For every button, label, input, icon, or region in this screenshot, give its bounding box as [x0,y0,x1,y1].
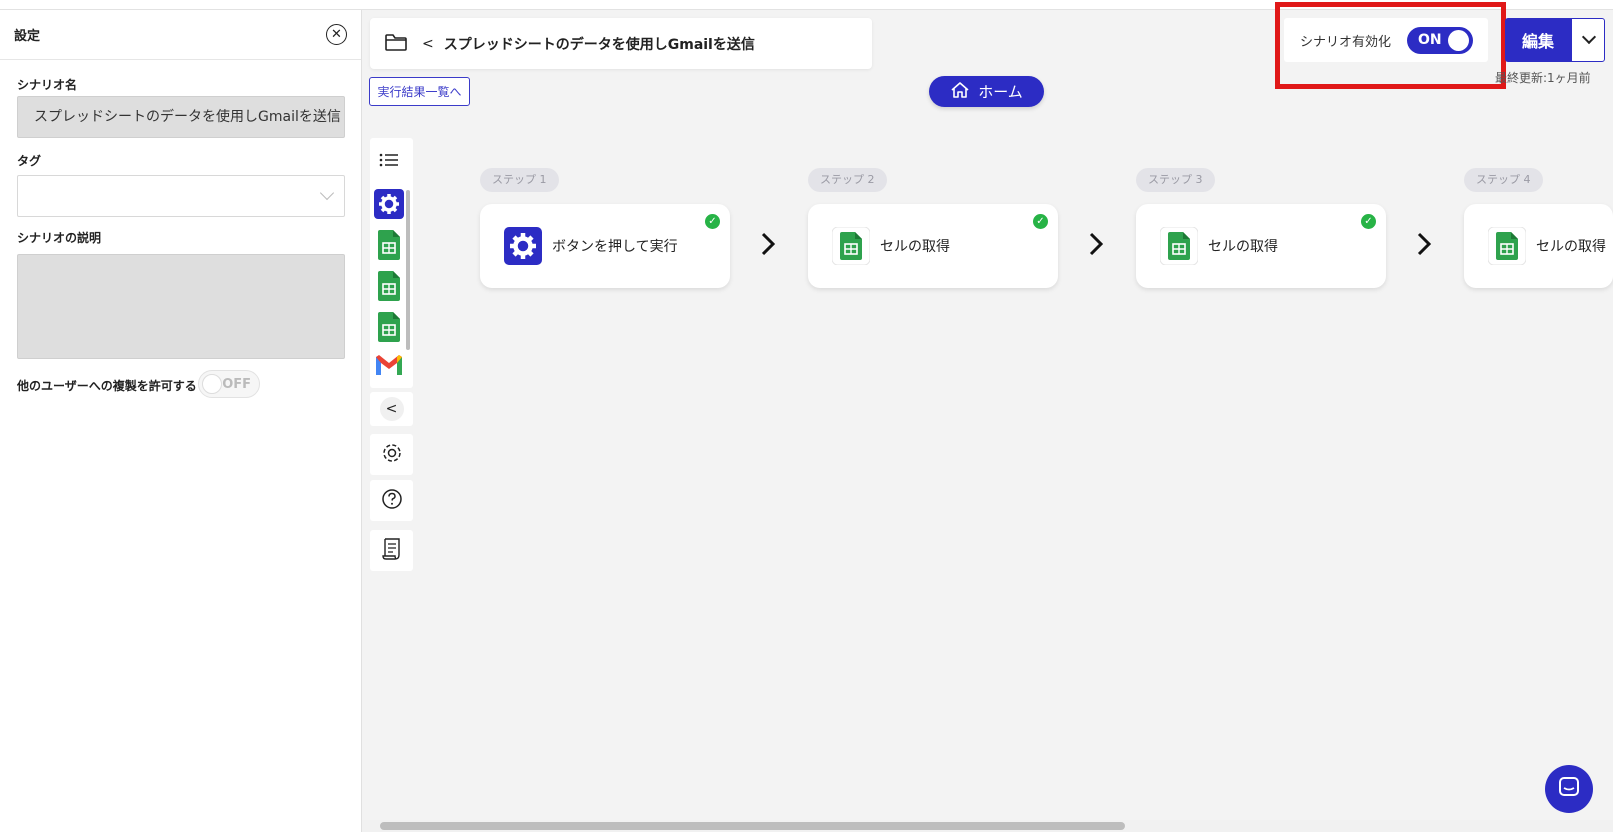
toggle-state: OFF [222,377,251,392]
help-icon [381,488,403,514]
step-label: セルの取得 [880,239,950,255]
step-label: セルの取得 [1536,239,1606,255]
allow-duplicate-label: 他のユーザーへの複製を許可する [17,379,197,393]
top-border [0,0,1613,10]
document-icon [381,537,403,565]
last-updated: 最終更新:1ヶ月前 [1495,71,1591,85]
scenario-enable-label: シナリオ有効化 [1300,34,1392,50]
list-icon[interactable] [374,145,404,175]
horizontal-scrollbar-thumb[interactable] [380,822,1125,830]
check-icon: ✓ [705,214,720,229]
chevron-left-icon: < [379,397,404,421]
edit-button[interactable]: 編集 [1505,18,1571,62]
gmail-icon[interactable] [374,352,404,378]
home-label: ホーム [978,83,1023,101]
check-icon: ✓ [1361,214,1376,229]
scenario-name-input[interactable]: スプレッドシートのデータを使用しGmailを送信 [17,96,345,138]
step-nav-scrollbar[interactable] [406,190,410,350]
chevron-right-icon [761,230,776,263]
settings-title: 設定 [14,29,41,44]
toggle-state: ON [1418,32,1442,48]
gear-icon [381,442,403,468]
help-button[interactable] [370,480,413,521]
chevron-right-icon [1417,230,1432,263]
step-number-label: ステップ 4 [1464,168,1543,192]
google-sheets-icon[interactable] [374,271,404,301]
step-card[interactable]: ボタンを押して実行 ✓ [480,204,730,288]
folder-icon[interactable] [384,32,408,56]
chevron-down-icon [319,185,335,201]
scenario-enable-toggle[interactable]: ON [1407,27,1473,54]
step-card[interactable]: セルの取得 ✓ [808,204,1058,288]
google-sheets-icon[interactable] [374,230,404,260]
settings-panel: 設定 ✕ シナリオ名 スプレッドシートのデータを使用しGmailを送信 タグ シ… [0,10,362,832]
google-sheets-icon [1160,227,1198,265]
step-label: セルの取得 [1208,239,1278,255]
google-sheets-icon [832,227,870,265]
allow-duplicate-toggle[interactable]: OFF [198,370,260,398]
home-button[interactable]: ホーム [929,76,1044,107]
step-card[interactable]: セルの取得 ✓ [1136,204,1386,288]
scenario-name-label: シナリオ名 [17,78,78,92]
breadcrumb: < スプレッドシートのデータを使用しGmailを送信 [370,18,872,69]
home-icon [950,81,970,103]
edit-dropdown-button[interactable] [1571,18,1605,62]
chevron-down-icon [1581,29,1597,45]
chat-button[interactable] [1545,765,1593,813]
settings-button[interactable] [370,434,413,475]
description-label: シナリオの説明 [17,231,102,245]
check-icon: ✓ [1033,214,1048,229]
chevron-right-icon [1089,230,1104,263]
scenario-title: スプレッドシートのデータを使用しGmailを送信 [443,36,755,53]
tag-label: タグ [17,154,42,168]
gear-icon[interactable] [374,189,404,219]
scenario-enable-card: シナリオ有効化 ON [1284,18,1488,62]
chat-icon [1557,775,1581,803]
back-chevron-icon[interactable]: < [422,36,434,52]
step-number-label: ステップ 1 [480,168,559,192]
close-icon[interactable]: ✕ [326,24,347,45]
step-number-label: ステップ 2 [808,168,887,192]
step-number-label: ステップ 3 [1136,168,1215,192]
log-button[interactable] [370,530,413,571]
tag-select[interactable] [17,175,345,217]
toggle-knob [1448,30,1469,51]
results-list-link[interactable]: 実行結果一覧へ [369,77,470,106]
description-textarea[interactable] [17,254,345,359]
toggle-knob [202,374,222,394]
settings-header: 設定 ✕ [0,10,361,60]
google-sheets-icon[interactable] [374,312,404,342]
google-sheets-icon [1488,227,1526,265]
step-card[interactable]: セルの取得 [1464,204,1613,288]
gear-icon [504,227,542,265]
step-label: ボタンを押して実行 [552,239,678,255]
collapse-button[interactable]: < [370,392,413,426]
